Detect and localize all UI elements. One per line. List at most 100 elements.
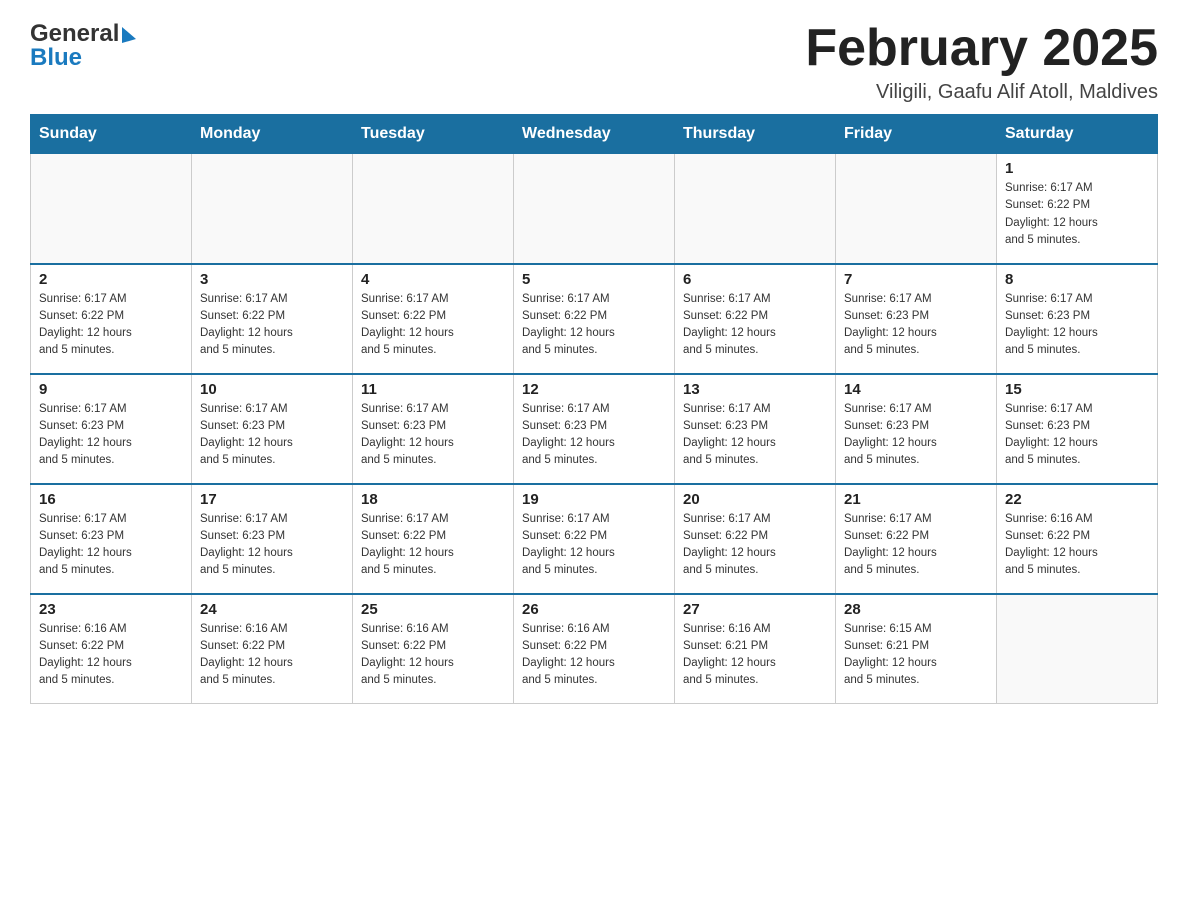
day-info: Sunrise: 6:17 AM Sunset: 6:22 PM Dayligh…: [844, 511, 988, 580]
day-info: Sunrise: 6:17 AM Sunset: 6:23 PM Dayligh…: [683, 401, 827, 470]
calendar-day-cell: 8Sunrise: 6:17 AM Sunset: 6:23 PM Daylig…: [997, 264, 1158, 374]
day-info: Sunrise: 6:17 AM Sunset: 6:23 PM Dayligh…: [522, 401, 666, 470]
calendar-day-cell: 15 Sunrise: 6:17 AM Sunset: 6:23 PM Dayli…: [997, 374, 1158, 484]
day-info: Sunrise: 6:16 AM Sunset: 6:22 PM Dayligh…: [39, 621, 183, 690]
day-of-week-header: Wednesday: [514, 115, 675, 154]
calendar-day-cell: 1 Sunrise: 6:17 AM Sunset: 6:22 PM Daylig…: [997, 154, 1158, 264]
calendar-week-row: 9 Sunrise: 6:17 AM Sunset: 6:23 PM Daylig…: [31, 374, 1158, 484]
calendar-day-cell: 14 Sunrise: 6:17 AM Sunset: 6:23 PM Dayli…: [836, 374, 997, 484]
day-number: 10: [200, 381, 344, 398]
day-number: 18: [361, 491, 505, 508]
day-info: Sunrise: 6:16 AM Sunset: 6:21 PM Dayligh…: [683, 621, 827, 690]
calendar-day-cell: 7 Sunrise: 6:17 AM Sunset: 6:23 PM Daylig…: [836, 264, 997, 374]
location-text: Viligili, Gaafu Alif Atoll, Maldives: [805, 81, 1158, 104]
day-of-week-header: Thursday: [675, 115, 836, 154]
day-info: Sunrise: 6:17 AM Sunset: 6:22 PM Dayligh…: [361, 511, 505, 580]
day-info: Sunrise: 6:17 AM Sunset: 6:22 PM Dayligh…: [1005, 180, 1149, 249]
calendar-day-cell: 4 Sunrise: 6:17 AM Sunset: 6:22 PM Daylig…: [353, 264, 514, 374]
calendar-day-cell: [353, 154, 514, 264]
day-number: 26: [522, 601, 666, 618]
day-number: 23: [39, 601, 183, 618]
day-of-week-header: Monday: [192, 115, 353, 154]
calendar-day-cell: 26 Sunrise: 6:16 AM Sunset: 6:22 PM Dayli…: [514, 594, 675, 704]
header-row: SundayMondayTuesdayWednesdayThursdayFrid…: [31, 115, 1158, 154]
calendar-day-cell: 5 Sunrise: 6:17 AM Sunset: 6:22 PM Daylig…: [514, 264, 675, 374]
calendar-week-row: 16Sunrise: 6:17 AM Sunset: 6:23 PM Dayli…: [31, 484, 1158, 594]
calendar-day-cell: 28 Sunrise: 6:15 AM Sunset: 6:21 PM Dayli…: [836, 594, 997, 704]
calendar-day-cell: 2 Sunrise: 6:17 AM Sunset: 6:22 PM Daylig…: [31, 264, 192, 374]
day-info: Sunrise: 6:17 AM Sunset: 6:23 PM Dayligh…: [200, 511, 344, 580]
calendar-day-cell: 27Sunrise: 6:16 AM Sunset: 6:21 PM Dayli…: [675, 594, 836, 704]
day-info: Sunrise: 6:17 AM Sunset: 6:22 PM Dayligh…: [39, 291, 183, 360]
day-number: 7: [844, 271, 988, 288]
calendar-day-cell: 13 Sunrise: 6:17 AM Sunset: 6:23 PM Dayli…: [675, 374, 836, 484]
calendar-day-cell: [192, 154, 353, 264]
day-number: 24: [200, 601, 344, 618]
day-info: Sunrise: 6:17 AM Sunset: 6:23 PM Dayligh…: [39, 401, 183, 470]
day-of-week-header: Friday: [836, 115, 997, 154]
day-info: Sunrise: 6:15 AM Sunset: 6:21 PM Dayligh…: [844, 621, 988, 690]
calendar-day-cell: 20 Sunrise: 6:17 AM Sunset: 6:22 PM Dayli…: [675, 484, 836, 594]
day-info: Sunrise: 6:16 AM Sunset: 6:22 PM Dayligh…: [361, 621, 505, 690]
calendar-week-row: 2 Sunrise: 6:17 AM Sunset: 6:22 PM Daylig…: [31, 264, 1158, 374]
logo: General Blue: [30, 20, 136, 72]
calendar-day-cell: [997, 594, 1158, 704]
calendar-day-cell: 12 Sunrise: 6:17 AM Sunset: 6:23 PM Dayli…: [514, 374, 675, 484]
page-header: General Blue February 2025 Viligili, Gaa…: [30, 20, 1158, 104]
calendar-day-cell: 11 Sunrise: 6:17 AM Sunset: 6:23 PM Dayli…: [353, 374, 514, 484]
calendar-day-cell: 21 Sunrise: 6:17 AM Sunset: 6:22 PM Dayli…: [836, 484, 997, 594]
calendar-day-cell: 18 Sunrise: 6:17 AM Sunset: 6:22 PM Dayli…: [353, 484, 514, 594]
day-number: 13: [683, 381, 827, 398]
day-number: 14: [844, 381, 988, 398]
day-info: Sunrise: 6:16 AM Sunset: 6:22 PM Dayligh…: [522, 621, 666, 690]
day-info: Sunrise: 6:17 AM Sunset: 6:23 PM Dayligh…: [844, 291, 988, 360]
day-info: Sunrise: 6:16 AM Sunset: 6:22 PM Dayligh…: [1005, 511, 1149, 580]
day-number: 4: [361, 271, 505, 288]
day-number: 9: [39, 381, 183, 398]
calendar-day-cell: [836, 154, 997, 264]
day-info: Sunrise: 6:17 AM Sunset: 6:23 PM Dayligh…: [361, 401, 505, 470]
calendar-day-cell: [514, 154, 675, 264]
day-info: Sunrise: 6:17 AM Sunset: 6:22 PM Dayligh…: [683, 291, 827, 360]
calendar-day-cell: 16Sunrise: 6:17 AM Sunset: 6:23 PM Dayli…: [31, 484, 192, 594]
day-info: Sunrise: 6:17 AM Sunset: 6:23 PM Dayligh…: [1005, 401, 1149, 470]
calendar-week-row: 1 Sunrise: 6:17 AM Sunset: 6:22 PM Daylig…: [31, 154, 1158, 264]
calendar-day-cell: 9 Sunrise: 6:17 AM Sunset: 6:23 PM Daylig…: [31, 374, 192, 484]
day-number: 6: [683, 271, 827, 288]
calendar-week-row: 23 Sunrise: 6:16 AM Sunset: 6:22 PM Dayli…: [31, 594, 1158, 704]
day-number: 3: [200, 271, 344, 288]
day-info: Sunrise: 6:17 AM Sunset: 6:23 PM Dayligh…: [844, 401, 988, 470]
day-number: 22: [1005, 491, 1149, 508]
calendar-day-cell: 17 Sunrise: 6:17 AM Sunset: 6:23 PM Dayli…: [192, 484, 353, 594]
day-number: 1: [1005, 160, 1149, 177]
day-number: 12: [522, 381, 666, 398]
day-number: 20: [683, 491, 827, 508]
calendar-day-cell: 22 Sunrise: 6:16 AM Sunset: 6:22 PM Dayli…: [997, 484, 1158, 594]
day-number: 19: [522, 491, 666, 508]
calendar-day-cell: 19 Sunrise: 6:17 AM Sunset: 6:22 PM Dayli…: [514, 484, 675, 594]
day-info: Sunrise: 6:17 AM Sunset: 6:22 PM Dayligh…: [361, 291, 505, 360]
day-info: Sunrise: 6:16 AM Sunset: 6:22 PM Dayligh…: [200, 621, 344, 690]
calendar-table: SundayMondayTuesdayWednesdayThursdayFrid…: [30, 114, 1158, 704]
day-of-week-header: Sunday: [31, 115, 192, 154]
day-number: 5: [522, 271, 666, 288]
day-number: 11: [361, 381, 505, 398]
day-info: Sunrise: 6:17 AM Sunset: 6:22 PM Dayligh…: [522, 511, 666, 580]
day-info: Sunrise: 6:17 AM Sunset: 6:22 PM Dayligh…: [522, 291, 666, 360]
logo-triangle-icon: [122, 27, 136, 43]
day-number: 15: [1005, 381, 1149, 398]
calendar-day-cell: 6 Sunrise: 6:17 AM Sunset: 6:22 PM Daylig…: [675, 264, 836, 374]
day-info: Sunrise: 6:17 AM Sunset: 6:22 PM Dayligh…: [683, 511, 827, 580]
day-number: 2: [39, 271, 183, 288]
title-area: February 2025 Viligili, Gaafu Alif Atoll…: [805, 20, 1158, 104]
day-number: 21: [844, 491, 988, 508]
calendar-day-cell: [31, 154, 192, 264]
day-number: 25: [361, 601, 505, 618]
day-of-week-header: Tuesday: [353, 115, 514, 154]
calendar-day-cell: 10Sunrise: 6:17 AM Sunset: 6:23 PM Dayli…: [192, 374, 353, 484]
calendar-day-cell: 25 Sunrise: 6:16 AM Sunset: 6:22 PM Dayli…: [353, 594, 514, 704]
day-number: 17: [200, 491, 344, 508]
day-number: 28: [844, 601, 988, 618]
day-info: Sunrise: 6:17 AM Sunset: 6:22 PM Dayligh…: [200, 291, 344, 360]
day-of-week-header: Saturday: [997, 115, 1158, 154]
